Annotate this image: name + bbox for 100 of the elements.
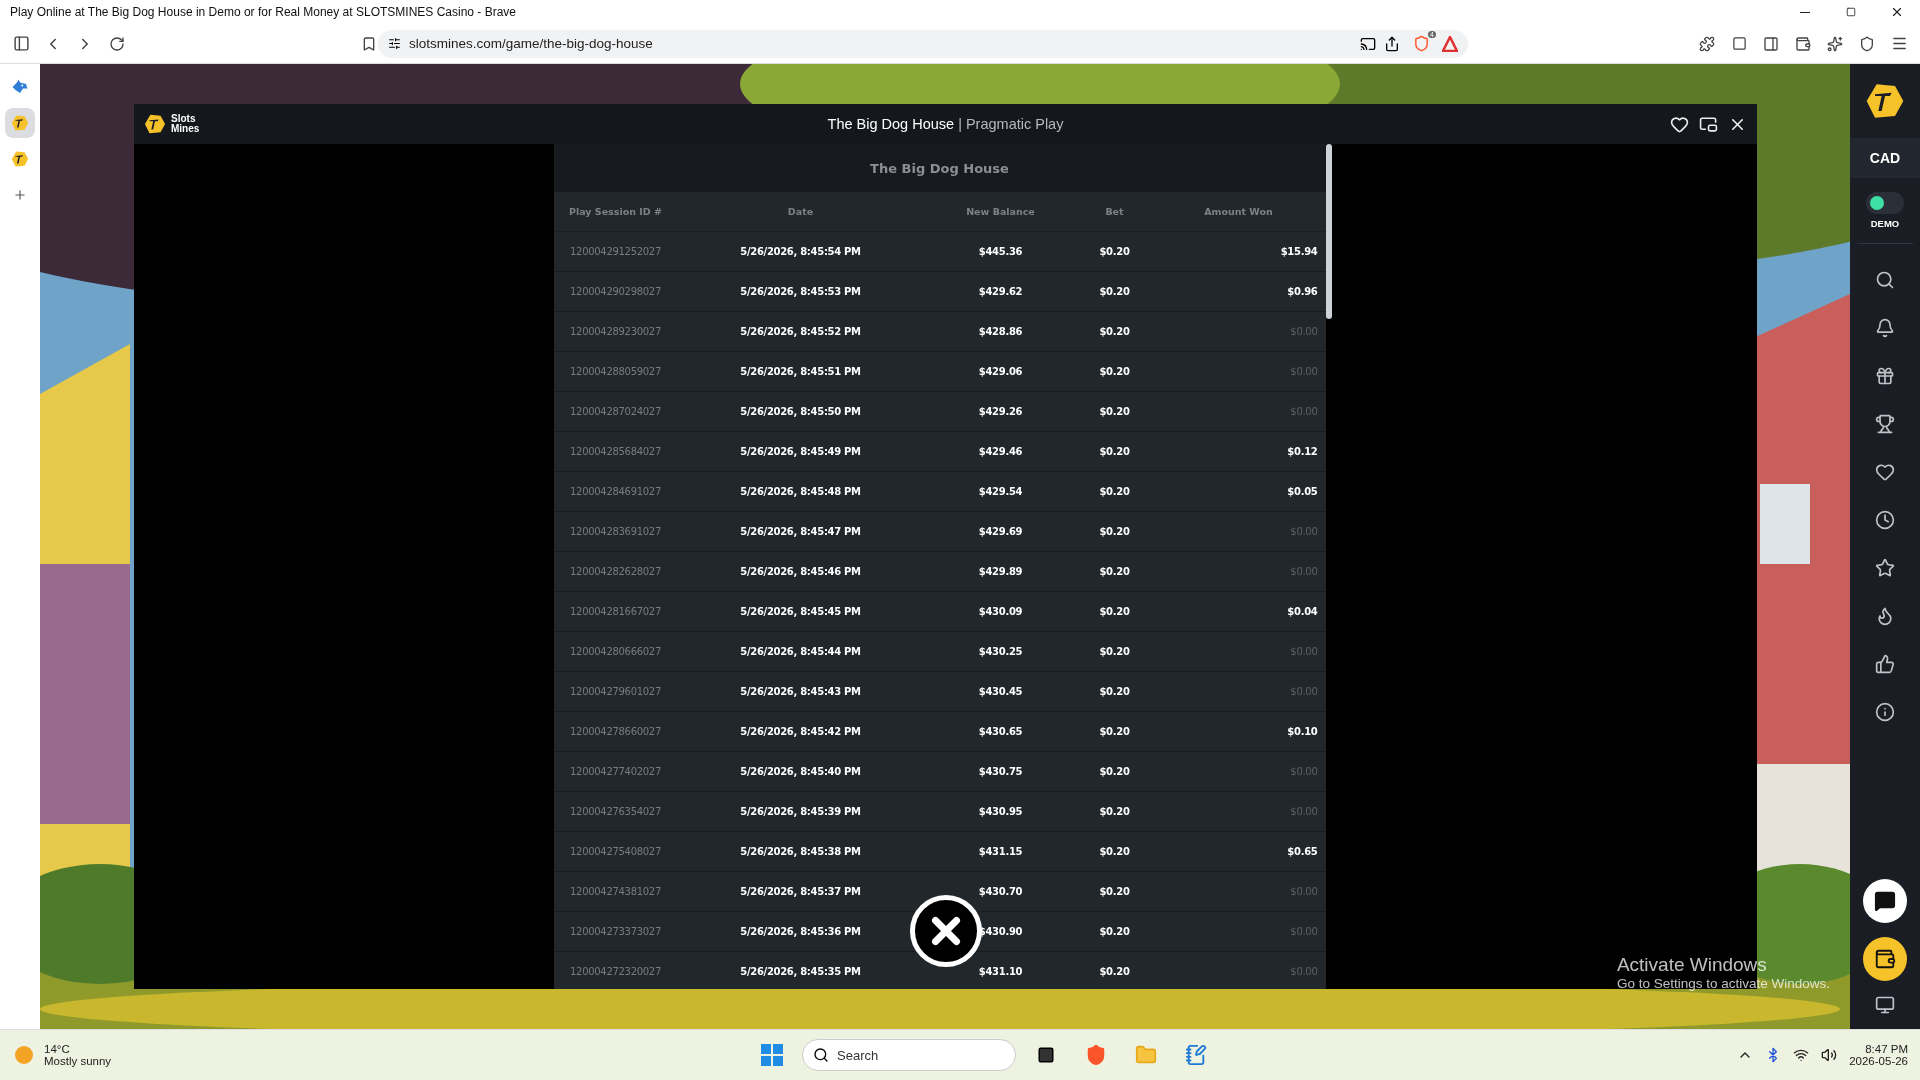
window-title: Play Online at The Big Dog House in Demo or for Real Money at SLOTSMINES Casino - Brave	[10, 5, 516, 19]
network-icon[interactable]	[1793, 1047, 1810, 1063]
table-cell-text: 5/26/2026, 8:45:46 PM	[739, 566, 862, 577]
volume-icon[interactable]	[1821, 1047, 1838, 1063]
table-cell-text: $429.69	[977, 526, 1024, 537]
table-cell-text: 120004279601027	[569, 686, 662, 697]
table-cell-text: $0.10	[1286, 726, 1319, 737]
wallet-button[interactable]	[1863, 937, 1907, 981]
table-cell-text: $430.70	[977, 886, 1024, 897]
table-cell-text: $0.00	[1289, 926, 1319, 937]
table-cell-text: 5/26/2026, 8:45:44 PM	[739, 646, 862, 657]
table-cell-text: $0.20	[1098, 526, 1131, 537]
column-header: Play Session ID #	[568, 206, 663, 217]
table-cell-text: $0.00	[1289, 406, 1319, 417]
table-cell-text: 5/26/2026, 8:45:38 PM	[739, 846, 862, 857]
bell-icon[interactable]	[1875, 318, 1895, 338]
gift-icon[interactable]	[1875, 366, 1895, 386]
table-cell-text: 5/26/2026, 8:45:45 PM	[739, 606, 862, 617]
table-cell-text: $0.96	[1286, 286, 1319, 297]
table-cell-text: 120004276354027	[569, 806, 662, 817]
share-icon[interactable]	[1384, 35, 1400, 52]
table-cell-text: 5/26/2026, 8:45:43 PM	[739, 686, 862, 697]
table-cell-text: 120004285684027	[569, 446, 662, 457]
table-cell-text: $0.20	[1098, 406, 1131, 417]
table-cell-text: $430.75	[977, 766, 1024, 777]
table-cell-text: 5/26/2026, 8:45:54 PM	[739, 246, 862, 257]
site-settings-icon	[388, 37, 401, 50]
table-cell-text: 120004274381027	[569, 886, 662, 897]
table-cell-text: 5/26/2026, 8:45:35 PM	[739, 966, 862, 977]
menu-icon	[1890, 35, 1908, 52]
table-cell-text: $0.20	[1098, 606, 1131, 617]
table-cell-text: $0.20	[1098, 846, 1131, 857]
search-field[interactable]: Search	[802, 1039, 1016, 1071]
table-cell-text: $0.20	[1098, 366, 1131, 377]
cast-icon[interactable]	[1360, 35, 1376, 52]
table-cell-text: $0.20	[1098, 686, 1131, 697]
table-cell-text: 5/26/2026, 8:45:48 PM	[739, 486, 862, 497]
slotsmines-logo-icon	[144, 113, 166, 135]
game-title: The Big Dog House	[827, 116, 955, 132]
table-cell-text: 120004280666027	[569, 646, 662, 657]
side-panel-item[interactable]	[5, 108, 35, 138]
trophy-icon[interactable]	[1875, 414, 1895, 434]
table-cell-text: 120004284691027	[569, 486, 662, 497]
table-cell-text: $0.00	[1289, 646, 1319, 657]
monitor-icon[interactable]	[1875, 995, 1895, 1015]
table-cell-text: $429.46	[977, 446, 1024, 457]
table-cell-text: 5/26/2026, 8:45:51 PM	[739, 366, 862, 377]
table-cell-text: $428.86	[977, 326, 1024, 337]
table-cell-text: $0.00	[1289, 686, 1319, 697]
table-cell-text: $429.62	[977, 286, 1024, 297]
demo-toggle[interactable]	[1866, 192, 1904, 214]
table-cell-text: $430.95	[977, 806, 1024, 817]
table-cell-text: 120004287024027	[569, 406, 662, 417]
puzzle-icon	[1699, 35, 1715, 52]
shield-icon	[1859, 35, 1875, 52]
table-cell-text: $0.00	[1289, 366, 1319, 377]
panel-icon	[1763, 35, 1779, 52]
table-cell-text: $0.04	[1286, 606, 1319, 617]
table-cell-text: $0.00	[1289, 326, 1319, 337]
table-cell-text: $0.20	[1098, 806, 1131, 817]
table-cell-text: $0.00	[1289, 806, 1319, 817]
table-cell-text: $0.20	[1098, 646, 1131, 657]
clock-icon[interactable]	[1875, 510, 1895, 530]
search-icon[interactable]	[1875, 270, 1895, 290]
table-cell-text: 5/26/2026, 8:45:36 PM	[739, 926, 862, 937]
heart-icon[interactable]	[1875, 462, 1895, 482]
table-cell-text: 5/26/2026, 8:45:37 PM	[739, 886, 862, 897]
table-cell-text: $0.20	[1098, 446, 1131, 457]
thumbs-up-icon[interactable]	[1875, 654, 1895, 674]
flame-icon[interactable]	[1875, 606, 1895, 626]
table-cell-text: $0.20	[1098, 326, 1131, 337]
star-icon[interactable]	[1875, 558, 1895, 578]
table-cell-text: $429.06	[977, 366, 1024, 377]
panel-title: The Big Dog House	[870, 160, 1009, 176]
table-cell-text: $0.20	[1098, 766, 1131, 777]
chat-button[interactable]	[1863, 879, 1907, 923]
panel-icon	[12, 35, 30, 52]
clock-date: 2026-05-26	[1849, 1055, 1908, 1067]
table-cell-text: $0.00	[1289, 566, 1319, 577]
table-cell-text: 120004291252027	[569, 246, 662, 257]
provider-name: | Pragmatic Play	[958, 116, 1064, 132]
table-cell-text: 120004288059027	[569, 366, 662, 377]
table-cell-text: $0.20	[1098, 966, 1131, 977]
table-cell-text: $430.25	[977, 646, 1024, 657]
table-cell-text: $0.00	[1289, 966, 1319, 977]
weather-text: Mostly sunny	[44, 1055, 112, 1067]
picture-in-picture-button[interactable]	[1699, 114, 1718, 134]
info-icon[interactable]	[1875, 702, 1895, 722]
notepad-icon	[1185, 1044, 1207, 1066]
rewards-triangle-icon[interactable]	[1442, 35, 1458, 52]
wallet-icon	[1874, 948, 1896, 970]
temperature: 14°C	[44, 1043, 71, 1055]
table-cell-text: 120004273373027	[569, 926, 662, 937]
table-cell-text: $0.20	[1098, 246, 1131, 257]
favorite-button[interactable]	[1670, 114, 1689, 134]
chat-icon	[1874, 890, 1896, 912]
table-cell-text: $0.20	[1098, 926, 1131, 937]
demo-label: DEMO	[1857, 218, 1913, 244]
heart-icon	[1670, 114, 1689, 134]
table-cell-text: 5/26/2026, 8:45:40 PM	[739, 766, 862, 777]
